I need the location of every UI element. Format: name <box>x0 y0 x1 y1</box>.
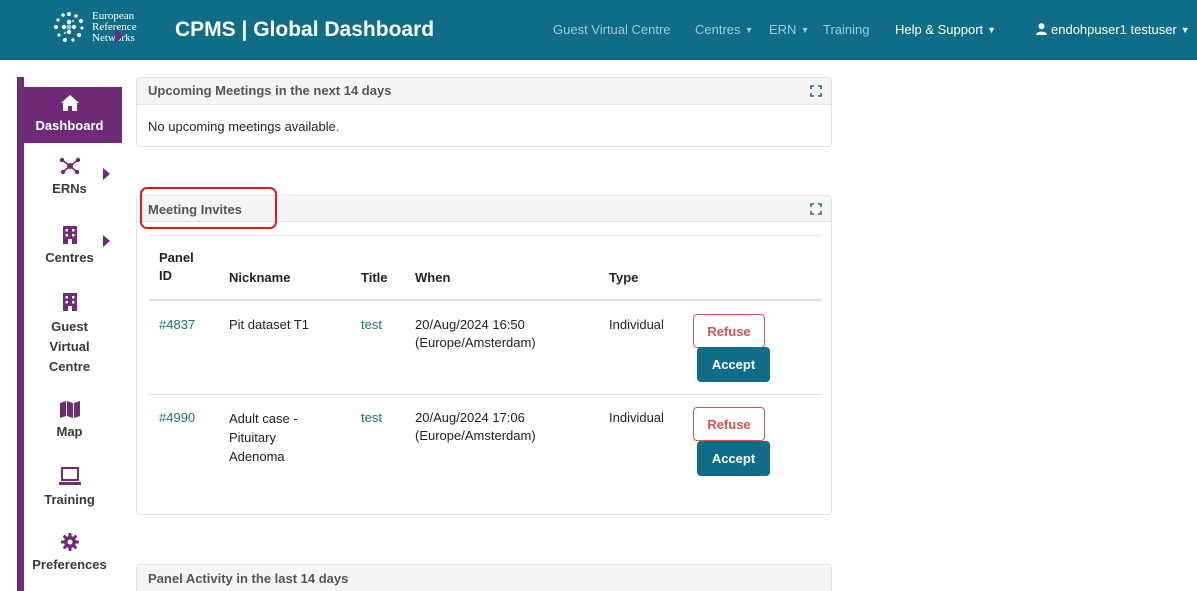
sidebar-item-label: Training <box>44 492 95 507</box>
sidebar: Dashboard ERNs Centres Guest Virtual Cen… <box>17 77 122 591</box>
nickname-line: Adenoma <box>229 449 285 464</box>
expand-icon[interactable] <box>810 85 822 97</box>
type: Individual <box>609 317 664 332</box>
table-row: #4837 Pit dataset T1 test 20/Aug/2024 16… <box>149 301 822 395</box>
chevron-down-icon: ▼ <box>1180 25 1190 35</box>
nickname-line: Pituitary <box>229 430 276 445</box>
nav-ern-dropdown[interactable]: ERN ▼ <box>769 22 809 37</box>
building-icon <box>62 293 77 311</box>
chevron-down-icon: ▼ <box>744 25 754 35</box>
when-date: 20/Aug/2024 17:06 <box>415 410 525 425</box>
upcoming-meetings-card: Upcoming Meetings in the next 14 days No… <box>136 77 832 147</box>
when: 20/Aug/2024 17:06 (Europe/Amsterdam) <box>415 409 536 445</box>
upcoming-meetings-title: Upcoming Meetings in the next 14 days <box>148 83 392 98</box>
nav-training[interactable]: Training <box>823 22 869 37</box>
table-header: Panel ID Nickname Title When Type <box>149 235 822 301</box>
laptop-icon <box>58 467 81 485</box>
nickname: Adult case - Pituitary Adenoma <box>229 409 298 466</box>
sidebar-item-label: Centres <box>45 250 94 265</box>
sidebar-item-label: ERNs <box>52 181 87 196</box>
brand-line-1: European <box>92 9 135 22</box>
nickname: Pit dataset T1 <box>229 317 309 332</box>
sidebar-item-map[interactable]: Map <box>17 400 122 439</box>
table-row: #4990 Adult case - Pituitary Adenoma tes… <box>149 395 822 489</box>
user-icon <box>1036 23 1047 35</box>
expand-arrow-icon[interactable] <box>103 235 110 247</box>
sidebar-item-training[interactable]: Training <box>17 466 122 507</box>
guest-line: Centre <box>48 359 91 374</box>
sidebar-item-label: Map <box>56 424 83 439</box>
nav-user-label: endohpuser1 testuser <box>1051 22 1177 37</box>
sidebar-item-dashboard[interactable]: Dashboard <box>17 87 122 143</box>
ern-brand[interactable]: European Reference Networks <box>50 8 137 46</box>
when-timezone: (Europe/Amsterdam) <box>415 428 536 443</box>
sidebar-item-label: Dashboard <box>35 118 104 133</box>
sidebar-item-preferences[interactable]: Preferences <box>17 533 122 572</box>
chevron-down-icon: ▼ <box>800 25 810 35</box>
gear-icon <box>60 533 79 551</box>
col-panel-id-line: ID <box>159 268 172 283</box>
app-title[interactable]: CPMS | Global Dashboard <box>175 18 434 42</box>
nav-help-label: Help & Support <box>895 22 984 37</box>
expand-icon[interactable] <box>810 203 822 215</box>
card-header: Upcoming Meetings in the next 14 days <box>137 78 831 105</box>
col-title: Title <box>361 270 388 285</box>
panel-id-link[interactable]: #4990 <box>159 409 195 427</box>
col-panel-id-line: Panel <box>159 250 194 265</box>
panel-activity-title: Panel Activity in the last 14 days <box>148 571 349 586</box>
expand-arrow-icon[interactable] <box>103 168 110 180</box>
sidebar-item-guest-virtual-centre[interactable]: Guest Virtual Centre <box>17 291 122 377</box>
upcoming-empty-text: No upcoming meetings available. <box>148 119 340 134</box>
accept-button[interactable]: Accept <box>697 347 770 382</box>
active-indicator <box>115 28 123 44</box>
guest-line: Virtual <box>49 339 90 354</box>
nav-centres-label: Centres <box>695 22 741 37</box>
when-timezone: (Europe/Amsterdam) <box>415 335 536 350</box>
refuse-button[interactable]: Refuse <box>693 407 765 441</box>
nav-ern-label: ERN <box>769 22 797 37</box>
sidebar-item-label: Preferences <box>32 557 107 572</box>
refuse-button[interactable]: Refuse <box>693 314 765 348</box>
building-icon <box>62 226 77 244</box>
ern-logo-icon <box>54 12 84 42</box>
accept-button[interactable]: Accept <box>697 441 770 476</box>
panel-activity-card: Panel Activity in the last 14 days <box>136 564 832 591</box>
nav-centres-dropdown[interactable]: Centres ▼ <box>695 22 753 37</box>
card-header: Panel Activity in the last 14 days <box>137 565 831 591</box>
nav-guest-virtual-centre[interactable]: Guest Virtual Centre <box>553 22 671 37</box>
map-icon <box>59 401 80 418</box>
chevron-down-icon: ▼ <box>987 25 997 35</box>
nav-user-dropdown[interactable]: endohpuser1 testuser ▼ <box>1036 22 1190 37</box>
when: 20/Aug/2024 16:50 (Europe/Amsterdam) <box>415 316 536 352</box>
meeting-invites-table: Panel ID Nickname Title When Type #4837 … <box>149 235 822 489</box>
col-when: When <box>415 270 451 285</box>
type: Individual <box>609 410 664 425</box>
network-icon <box>59 157 80 175</box>
panel-id-link[interactable]: #4837 <box>159 316 195 334</box>
top-navbar: European Reference Networks CPMS | Globa… <box>0 0 1197 60</box>
when-date: 20/Aug/2024 16:50 <box>415 317 525 332</box>
sidebar-item-label: Guest Virtual Centre <box>17 317 122 377</box>
home-icon <box>60 95 79 111</box>
col-type: Type <box>609 270 639 285</box>
guest-line: Guest <box>51 319 88 334</box>
highlight-annotation <box>140 187 277 229</box>
nav-help-support-dropdown[interactable]: Help & Support ▼ <box>895 22 996 37</box>
title-link[interactable]: test <box>361 316 382 334</box>
col-panel-id: Panel ID <box>159 249 194 285</box>
col-nickname: Nickname <box>229 270 291 285</box>
nickname-line: Adult case - <box>229 411 298 426</box>
title-link[interactable]: test <box>361 409 382 427</box>
